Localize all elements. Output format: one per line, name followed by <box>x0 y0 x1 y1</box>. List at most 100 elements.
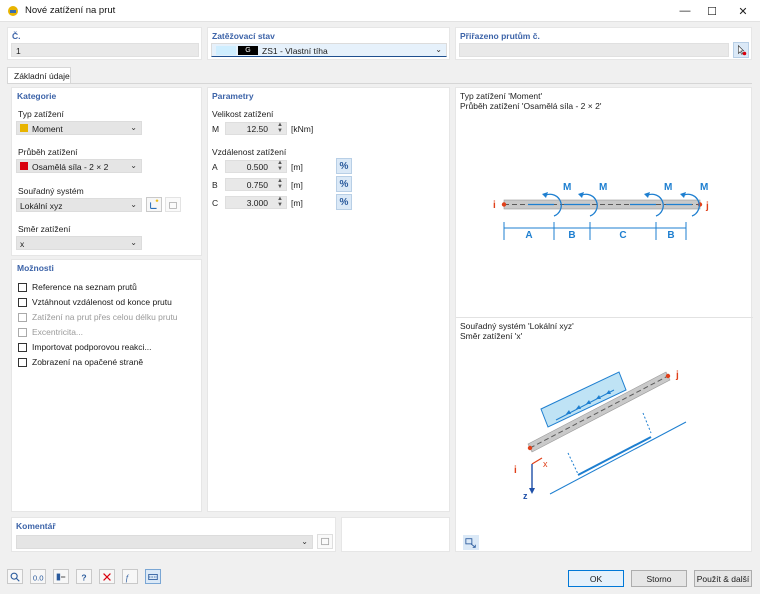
pick-cursor-icon <box>738 44 747 56</box>
render-button[interactable] <box>145 569 161 584</box>
formula-button[interactable]: f <box>122 569 138 584</box>
axis-z-label: z <box>523 491 528 501</box>
distance-c-input[interactable]: 3.000 ▲ ▼ <box>225 196 287 209</box>
comment-side-panel <box>341 517 450 552</box>
chevron-down-icon: ⌄ <box>130 200 137 209</box>
distance-b-input[interactable]: 0.750 ▲ ▼ <box>225 178 287 191</box>
chevron-down-icon: ⌄ <box>130 161 137 170</box>
delete-icon <box>103 572 111 581</box>
close-button[interactable]: ✕ <box>728 0 758 22</box>
spinner-arrows-icon[interactable]: ▲ ▼ <box>277 160 283 172</box>
distance-a-unit: [m] <box>291 162 303 172</box>
help-button[interactable]: ? <box>76 569 92 584</box>
spinner-arrows-icon[interactable]: ▲ ▼ <box>277 122 283 134</box>
load-type-value: Moment <box>32 124 63 134</box>
loadcase-panel: Zatěžovací stav G ZS1 - Vlastní tíha ⌄ <box>207 27 450 60</box>
delete-button[interactable] <box>99 569 115 584</box>
preview-load-type-text: Typ zatížení 'Moment' <box>460 91 543 101</box>
view-options-button[interactable] <box>463 535 479 550</box>
checkbox <box>18 312 27 322</box>
comment-library-button[interactable] <box>317 534 333 549</box>
option-eccentricity: Excentricita... <box>18 327 83 337</box>
percent-b-button[interactable]: % <box>336 176 352 192</box>
preview-divider <box>456 317 753 318</box>
formula-icon: f <box>126 572 130 582</box>
distance-a-input[interactable]: 0.500 ▲ ▼ <box>225 160 287 173</box>
checkbox[interactable] <box>18 297 27 307</box>
preview-direction-text: Směr zatížení 'x' <box>460 331 523 341</box>
direction-value: x <box>20 239 25 249</box>
number-panel: Č. 1 <box>7 27 202 60</box>
option-full-length: Zatížení na prut přes celou délku prutu <box>18 312 178 322</box>
option-import-reaction[interactable]: Importovat podporovou reakci... <box>18 342 152 352</box>
magnitude-input[interactable]: 12.50 ▲ ▼ <box>225 122 287 135</box>
search-button[interactable] <box>7 569 23 584</box>
new-coord-system-button[interactable] <box>146 197 162 212</box>
load-type-select[interactable]: Moment ⌄ <box>16 121 142 135</box>
help-icon: ? <box>81 572 86 582</box>
maximize-button[interactable]: ☐ <box>697 0 727 22</box>
preview-top-caption: Typ zatížení 'Moment' Průběh zatížení 'O… <box>460 91 601 111</box>
ok-button[interactable]: OK <box>568 570 624 587</box>
dim-label-c: C <box>619 230 626 241</box>
option-opposite-side[interactable]: Zobrazení na opačené straně <box>18 357 143 367</box>
window-title: Nové zatížení na prut <box>25 5 116 16</box>
loadcase-select[interactable]: G ZS1 - Vlastní tíha ⌄ <box>211 43 447 57</box>
member-info-button[interactable] <box>53 569 69 584</box>
coord-system-label: Souřadný systém <box>18 186 84 196</box>
coord-system-value: Lokální xyz <box>20 201 63 211</box>
percent-c-button[interactable]: % <box>336 194 352 210</box>
option-label: Reference na seznam prutů <box>32 282 137 292</box>
option-label: Zatížení na prut přes celou délku prutu <box>32 312 178 322</box>
option-label: Importovat podporovou reakci... <box>32 342 152 352</box>
apply-next-button[interactable]: Použít & další <box>694 570 752 587</box>
option-member-list[interactable]: Reference na seznam prutů <box>18 282 137 292</box>
units-button[interactable]: 0.0 <box>30 569 46 584</box>
checkbox[interactable] <box>18 342 27 352</box>
spinner-arrows-icon[interactable]: ▲ ▼ <box>277 178 283 190</box>
svg-text:f: f <box>126 572 130 582</box>
moment-label-1: M <box>563 182 571 193</box>
option-distance-from-end[interactable]: Vztáhnout vzdálenost od konce prutu <box>18 297 172 307</box>
options-panel: Možnosti Reference na seznam prutů Vztáh… <box>11 259 202 512</box>
chevron-down-icon: ⌄ <box>130 238 137 247</box>
loadcase-badge: G <box>238 46 258 55</box>
dim-label-a: A <box>525 230 532 241</box>
preview-bottom-caption: Souřadný systém 'Lokální xyz' Směr zatíž… <box>460 321 574 341</box>
tab-basic-data[interactable]: Základní údaje <box>7 67 71 84</box>
preview-panel: Typ zatížení 'Moment' Průběh zatížení 'O… <box>455 87 753 552</box>
distance-b-unit: [m] <box>291 180 303 190</box>
assigned-panel: Přiřazeno prutům č. <box>455 27 752 60</box>
select-members-button[interactable] <box>733 42 749 58</box>
checkbox[interactable] <box>18 357 27 367</box>
option-label: Vztáhnout vzdálenost od konce prutu <box>32 297 172 307</box>
direction-select[interactable]: x ⌄ <box>16 236 142 250</box>
cancel-button[interactable]: Storno <box>631 570 687 587</box>
member-icon <box>56 573 66 580</box>
number-field[interactable]: 1 <box>11 43 199 57</box>
coord-system-select[interactable]: Lokální xyz ⌄ <box>16 198 142 212</box>
distance-label: Vzdálenost zatížení <box>212 147 287 157</box>
minimize-button[interactable]: — <box>670 0 700 22</box>
spinner-arrows-icon[interactable]: ▲ ▼ <box>277 196 283 208</box>
new-coord-system-icon <box>150 198 159 209</box>
coord-system-diagram: j i x z <box>514 370 687 501</box>
number-label: Č. <box>12 31 21 41</box>
distance-b-symbol: B <box>212 180 218 190</box>
render-icon <box>148 573 158 580</box>
loadcase-label: Zatěžovací stav <box>212 31 275 41</box>
option-label: Zobrazení na opačené straně <box>32 357 144 367</box>
distribution-select[interactable]: Osamělá síla - 2 × 2 ⌄ <box>16 159 142 173</box>
assigned-field[interactable] <box>459 43 729 57</box>
percent-a-button[interactable]: % <box>336 158 352 174</box>
comment-input[interactable]: ⌄ <box>16 535 313 549</box>
preview-distribution-text: Průběh zatížení 'Osamělá síla - 2 × 2' <box>460 101 602 111</box>
edit-coord-system-button[interactable] <box>165 197 181 212</box>
tab-label: Základní údaje <box>14 71 70 81</box>
comment-title: Komentář <box>16 521 56 531</box>
magnitude-value: 12.50 <box>246 124 268 134</box>
loadcase-value: ZS1 - Vlastní tíha <box>262 46 328 56</box>
options-title: Možnosti <box>17 263 54 273</box>
checkbox[interactable] <box>18 282 27 292</box>
dim-label-b1: B <box>568 230 575 241</box>
